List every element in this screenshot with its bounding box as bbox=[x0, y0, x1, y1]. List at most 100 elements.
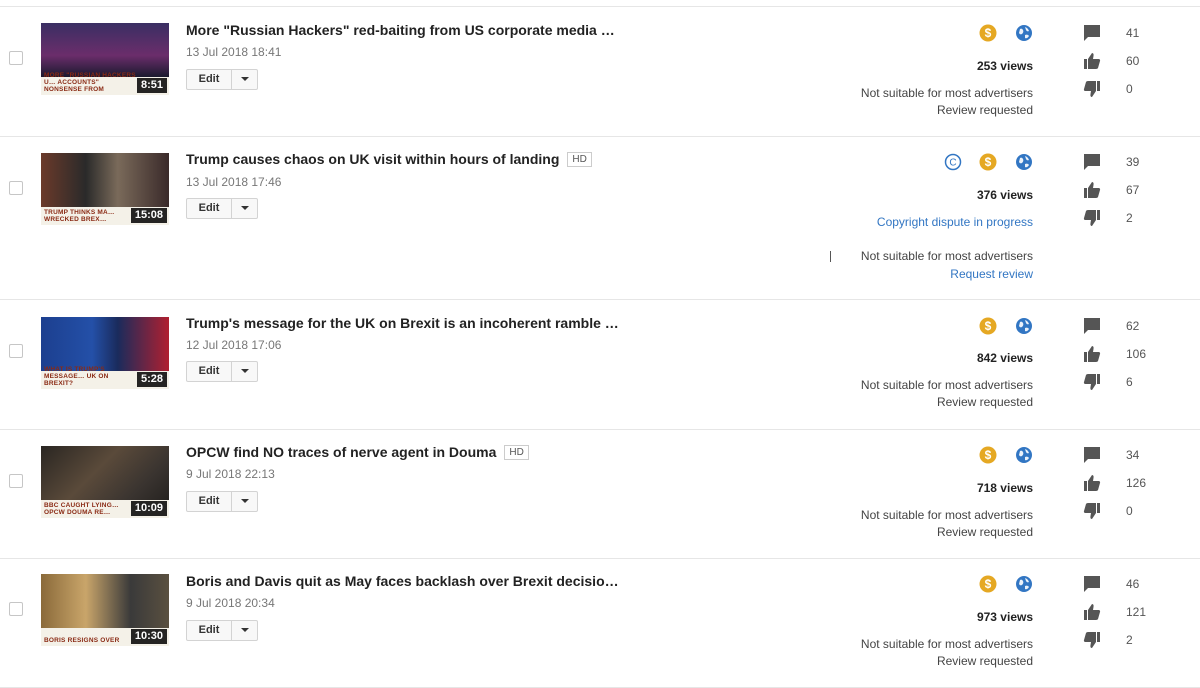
dislike-count: 0 bbox=[1126, 82, 1133, 96]
dislike-count: 2 bbox=[1126, 633, 1133, 647]
globe-icon[interactable] bbox=[1015, 446, 1033, 464]
thumbs-up-icon bbox=[1084, 53, 1101, 69]
video-duration: 15:08 bbox=[130, 208, 167, 223]
edit-button[interactable]: Edit bbox=[187, 492, 231, 511]
thumbs-up-icon bbox=[1084, 604, 1101, 620]
svg-text:$: $ bbox=[985, 577, 992, 591]
like-count: 106 bbox=[1126, 347, 1147, 361]
monetization-status: Not suitable for most advertisers bbox=[860, 378, 1033, 392]
comment-count: 62 bbox=[1126, 319, 1140, 333]
globe-icon[interactable] bbox=[1015, 317, 1033, 335]
monetization-status: Not suitable for most advertisers bbox=[860, 86, 1033, 100]
dollar-coin-icon[interactable]: $ bbox=[979, 153, 997, 171]
globe-icon[interactable] bbox=[1015, 575, 1033, 593]
dollar-coin-icon[interactable]: $ bbox=[979, 446, 997, 464]
comment-icon bbox=[1084, 25, 1100, 41]
upload-date: 9 Jul 2018 20:34 bbox=[186, 596, 275, 610]
like-count: 60 bbox=[1126, 54, 1140, 68]
video-title[interactable]: More "Russian Hackers" red-baiting from … bbox=[186, 22, 615, 38]
copyright-icon[interactable]: C bbox=[944, 153, 962, 171]
thumbnail-caption: Trump thinks Ma… wrecked Brex… bbox=[44, 209, 115, 223]
thumbs-down-icon bbox=[1083, 374, 1100, 390]
like-count: 67 bbox=[1126, 183, 1140, 197]
video-row: What is Trump's message… UK on Brexit? 5… bbox=[0, 300, 1200, 430]
svg-text:$: $ bbox=[985, 319, 992, 333]
edit-button[interactable]: Edit bbox=[187, 362, 231, 381]
view-count: 718 views bbox=[976, 481, 1033, 495]
edit-button-group[interactable]: Edit bbox=[186, 491, 258, 512]
thumbnail-caption: Boris resigns over bbox=[44, 637, 120, 644]
video-title[interactable]: Trump causes chaos on UK visit within ho… bbox=[186, 151, 592, 167]
video-thumbnail[interactable]: BBC caught lying… OPCW Douma re… 10:09 bbox=[41, 446, 169, 518]
dislike-count: 0 bbox=[1126, 504, 1133, 518]
select-checkbox[interactable] bbox=[9, 51, 23, 65]
comment-count: 46 bbox=[1126, 577, 1140, 591]
edit-button[interactable]: Edit bbox=[187, 199, 231, 218]
select-checkbox[interactable] bbox=[9, 181, 23, 195]
edit-button-group[interactable]: Edit bbox=[186, 69, 258, 90]
view-count: 253 views bbox=[976, 59, 1033, 73]
comment-icon bbox=[1084, 447, 1100, 463]
video-thumbnail[interactable]: More "Russian Hackers u… Accounts" Nonse… bbox=[41, 23, 169, 95]
thumbs-down-icon bbox=[1083, 210, 1100, 226]
chevron-down-icon[interactable] bbox=[241, 77, 249, 81]
edit-button-group[interactable]: Edit bbox=[186, 361, 258, 382]
edit-button-group[interactable]: Edit bbox=[186, 620, 258, 641]
upload-date: 9 Jul 2018 22:13 bbox=[186, 467, 275, 481]
upload-date: 13 Jul 2018 18:41 bbox=[186, 45, 282, 59]
svg-text:$: $ bbox=[985, 26, 992, 40]
comment-icon bbox=[1084, 318, 1100, 334]
chevron-down-icon[interactable] bbox=[241, 499, 249, 503]
edit-button-group[interactable]: Edit bbox=[186, 198, 258, 219]
comment-icon bbox=[1084, 154, 1100, 170]
copyright-dispute-link[interactable]: Copyright dispute in progress bbox=[877, 215, 1033, 229]
video-title[interactable]: Trump's message for the UK on Brexit is … bbox=[186, 315, 619, 331]
video-thumbnail[interactable]: Boris resigns over 10:30 bbox=[41, 574, 169, 646]
video-thumbnail[interactable]: What is Trump's message… UK on Brexit? 5… bbox=[41, 317, 169, 389]
globe-icon[interactable] bbox=[1015, 153, 1033, 171]
like-count: 121 bbox=[1126, 605, 1147, 619]
comment-icon bbox=[1084, 576, 1100, 592]
comment-count: 39 bbox=[1126, 155, 1140, 169]
divider bbox=[830, 251, 831, 262]
video-row: BBC caught lying… OPCW Douma re… 10:09 O… bbox=[0, 430, 1200, 559]
dollar-coin-icon[interactable]: $ bbox=[979, 24, 997, 42]
monetization-status: Not suitable for most advertisers bbox=[860, 637, 1033, 651]
select-checkbox[interactable] bbox=[9, 602, 23, 616]
video-thumbnail[interactable]: Trump thinks Ma… wrecked Brex… 15:08 bbox=[41, 153, 169, 225]
select-checkbox[interactable] bbox=[9, 344, 23, 358]
review-status: Review requested bbox=[936, 525, 1033, 539]
select-checkbox[interactable] bbox=[9, 474, 23, 488]
dollar-coin-icon[interactable]: $ bbox=[979, 575, 997, 593]
thumbs-up-icon bbox=[1084, 182, 1101, 198]
video-row: Boris resigns over 10:30 Boris and Davis… bbox=[0, 559, 1200, 688]
video-duration: 10:09 bbox=[130, 501, 167, 516]
svg-text:$: $ bbox=[985, 155, 992, 169]
dislike-count: 2 bbox=[1126, 211, 1133, 225]
video-row: Trump thinks Ma… wrecked Brex… 15:08 Tru… bbox=[0, 137, 1200, 300]
edit-button[interactable]: Edit bbox=[187, 621, 231, 640]
chevron-down-icon[interactable] bbox=[241, 369, 249, 373]
thumbnail-caption: BBC caught lying… OPCW Douma re… bbox=[44, 502, 119, 516]
thumbs-up-icon bbox=[1084, 346, 1101, 362]
review-status: Review requested bbox=[936, 395, 1033, 409]
dollar-coin-icon[interactable]: $ bbox=[979, 317, 997, 335]
comment-count: 41 bbox=[1126, 26, 1140, 40]
video-duration: 8:51 bbox=[136, 78, 167, 93]
video-row: More "Russian Hackers u… Accounts" Nonse… bbox=[0, 7, 1200, 137]
video-duration: 10:30 bbox=[130, 629, 167, 644]
thumbs-down-icon bbox=[1083, 632, 1100, 648]
monetization-status: Not suitable for most advertisers bbox=[860, 508, 1033, 522]
globe-icon[interactable] bbox=[1015, 24, 1033, 42]
chevron-down-icon[interactable] bbox=[241, 206, 249, 210]
svg-text:$: $ bbox=[985, 448, 992, 462]
thumbs-down-icon bbox=[1083, 503, 1100, 519]
monetization-status: Not suitable for most advertisers bbox=[860, 249, 1033, 263]
video-duration: 5:28 bbox=[136, 372, 167, 387]
dislike-count: 6 bbox=[1126, 375, 1133, 389]
video-title[interactable]: Boris and Davis quit as May faces backla… bbox=[186, 573, 619, 589]
video-title[interactable]: OPCW find NO traces of nerve agent in Do… bbox=[186, 444, 529, 460]
request-review-link[interactable]: Request review bbox=[950, 267, 1033, 281]
edit-button[interactable]: Edit bbox=[187, 70, 231, 89]
chevron-down-icon[interactable] bbox=[241, 628, 249, 632]
